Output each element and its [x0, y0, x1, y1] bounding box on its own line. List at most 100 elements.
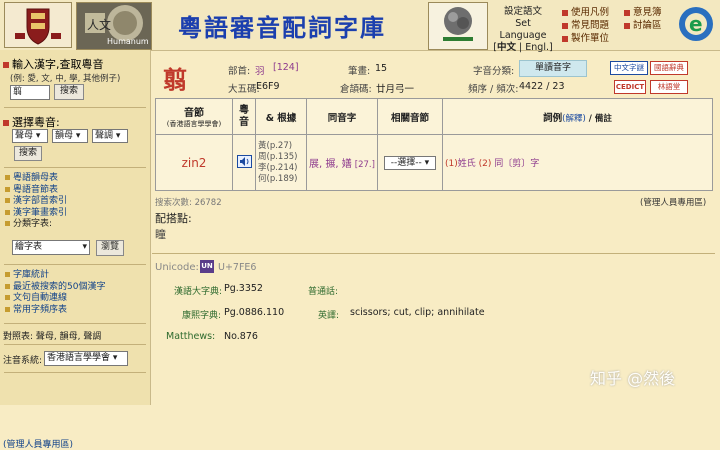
bullet-icon — [5, 295, 10, 300]
words-cell: (1)姓氏 (2) 同〔剪〕字 — [442, 134, 713, 191]
final-select-value: 韻母 — [55, 131, 74, 141]
sound-search-button[interactable]: 搜索 — [14, 146, 42, 161]
link-auto-link[interactable]: 文句自動連線 — [5, 293, 105, 305]
header-bar: 人文 Humanum 粵語審音配詞字庫 設定語文 Set Language [中… — [0, 0, 720, 54]
category-select[interactable]: 繪字表 ▾ — [12, 240, 90, 255]
link-recent-50-label: 最近被搜索的50個漢字 — [13, 281, 106, 292]
category-label-text: 分類字表: — [13, 219, 53, 229]
bullet-icon — [5, 283, 10, 289]
radical-label: 部首: — [228, 66, 251, 77]
matthews-value: No.876 — [224, 331, 258, 342]
link-frequency-table[interactable]: 常用字頻序表 — [5, 305, 105, 317]
hanyu-value: Pg.3352 — [224, 283, 263, 294]
lang-option-zh[interactable]: 中文 — [497, 42, 516, 53]
link-stroke-index[interactable]: 漢字筆畫索引 — [5, 208, 67, 220]
basis-ref[interactable]: 黃(p.27) — [258, 141, 304, 152]
syllable-table: 音節 (香港語言學學會) 粵音 & 根據 同音字 相關音節 詞例(解釋) / 備註… — [155, 98, 713, 191]
link-guestbook[interactable]: 意見簿 — [624, 6, 662, 19]
bullet-icon — [3, 120, 9, 126]
syllable-value[interactable]: zin2 — [182, 156, 207, 170]
initial-select-value: 聲母 — [15, 131, 34, 141]
watermark: 知乎 @然後 — [590, 369, 676, 388]
tone-select-value: 聲調 — [95, 131, 114, 141]
word2-number: (2) — [475, 159, 492, 169]
big5-value: E6F9 — [256, 81, 280, 92]
header-links-col2: 意見簿 討論區 — [624, 6, 662, 32]
collocation-value[interactable]: 瞳 — [155, 226, 166, 242]
dict-button-mandarin-dict[interactable]: 國語辭典 — [650, 61, 688, 75]
stats-links: 字庫統計 最近被搜索的50個漢字 文句自動連線 常用字頻序表 — [5, 270, 105, 316]
browse-button[interactable]: 瀏覽 — [96, 240, 124, 256]
admin-link-sidebar[interactable]: (管理人員專用區) — [3, 437, 73, 450]
radical-value[interactable]: 羽 — [255, 63, 265, 77]
sound-class-badge: 單讀音字 — [519, 60, 587, 77]
basis-ref[interactable]: 周(p.135) — [258, 152, 304, 163]
matthews-label: Matthews: — [166, 331, 216, 342]
bullet-icon — [624, 22, 630, 29]
col-syllable-title: 音節 — [184, 108, 204, 119]
language-title-zh: 設定語文 — [503, 6, 542, 17]
bullet-icon — [562, 35, 568, 42]
header-links-col1: 使用凡例 常見問題 製作單位 — [562, 6, 609, 45]
link-usage-guide[interactable]: 使用凡例 — [562, 6, 609, 19]
dict-button-cedict[interactable]: CEDICT — [614, 80, 646, 94]
link-database-stats[interactable]: 字庫統計 — [5, 270, 105, 282]
language-title-en: Set Language — [499, 18, 547, 41]
notation-label: 注音系統: — [3, 356, 43, 366]
homophones-value[interactable]: 展, 搌, 嫸 — [309, 159, 352, 170]
related-select-value: --選擇-- — [390, 157, 422, 168]
humanum-logo-text: Humanum — [107, 37, 149, 46]
link-syllable-table[interactable]: 粵語音節表 — [5, 185, 67, 197]
bullet-icon — [5, 198, 10, 203]
kangxi-label: 康熙字典: — [182, 311, 222, 321]
link-finals-table[interactable]: 粵語韻母表 — [5, 173, 67, 185]
category-label: 分類字表: — [5, 219, 67, 231]
homophones-count[interactable]: [27.] — [355, 160, 375, 170]
e-logo-icon[interactable]: e — [676, 4, 716, 44]
char-search-button[interactable]: 搜索 — [54, 84, 84, 100]
library-building-logo[interactable] — [428, 2, 488, 50]
link-radical-index[interactable]: 漢字部首索引 — [5, 196, 67, 208]
initial-select[interactable]: 聲母 ▾ — [12, 129, 48, 143]
sidebar-divider — [4, 344, 146, 345]
reference-links: 粵語韻母表 粵語音節表 漢字部首索引 漢字筆畫索引 分類字表: — [5, 173, 67, 231]
dict-button-lin-yutang[interactable]: 林語堂 — [650, 80, 688, 94]
col-syllable: 音節 (香港語言學學會) — [155, 98, 233, 135]
comparison-table-links[interactable]: 對照表: 聲母, 韻母, 聲調 — [3, 329, 101, 342]
language-switcher: 設定語文 Set Language [中文 | Engl.] — [492, 6, 554, 54]
link-forum-label: 討論區 — [633, 20, 662, 31]
unicode-glyph-badge[interactable]: UN — [200, 260, 214, 273]
cangjie-value: 廿月弓一 — [376, 84, 415, 95]
col-syllable-subtitle: (香港語言學學會) — [166, 120, 222, 128]
search-count: 搜索次數: 26782 — [155, 198, 222, 208]
tone-select[interactable]: 聲調 ▾ — [92, 129, 128, 143]
english-label: 英譯: — [318, 311, 340, 321]
bullet-icon — [562, 22, 568, 29]
col-words: 詞例(解釋) / 備註 — [442, 98, 713, 135]
bullet-icon — [5, 186, 10, 192]
sidebar-divider — [4, 107, 146, 108]
basis-ref[interactable]: 何(p.189) — [258, 174, 304, 185]
dict-button-chinese-riddle[interactable]: 中文字謎 — [610, 61, 648, 75]
svg-text:e: e — [689, 12, 703, 36]
banner-title: 粵語審音配詞字庫 — [178, 13, 386, 42]
final-select[interactable]: 韻母 ▾ — [52, 129, 88, 143]
link-faq[interactable]: 常見問題 — [562, 19, 609, 32]
related-select[interactable]: --選擇-- ▾ — [384, 155, 436, 170]
link-finals-table-label: 粵語韻母表 — [13, 173, 59, 183]
speaker-icon[interactable] — [236, 155, 252, 168]
link-syllable-table-label: 粵語音節表 — [13, 184, 59, 195]
basis-ref[interactable]: 李(p.214) — [258, 163, 304, 174]
admin-link-main[interactable]: (管理人員專用區) — [640, 196, 706, 208]
col-words-explain-link[interactable]: (解釋) — [562, 114, 586, 124]
lang-option-en[interactable]: Engl. — [525, 42, 549, 53]
basis-cell: 黃(p.27) 周(p.135) 李(p.214) 何(p.189) — [255, 134, 307, 191]
university-crest-logo[interactable] — [4, 2, 72, 48]
notation-select[interactable]: 香港語言學學會 ▾ — [44, 351, 128, 366]
link-credits[interactable]: 製作單位 — [562, 32, 609, 45]
bullet-icon — [5, 306, 10, 312]
link-recent-50[interactable]: 最近被搜索的50個漢字 — [5, 282, 105, 294]
humanum-logo[interactable]: 人文 Humanum — [76, 2, 152, 50]
link-forum[interactable]: 討論區 — [624, 19, 662, 32]
char-search-input[interactable]: 翦 — [10, 85, 50, 100]
